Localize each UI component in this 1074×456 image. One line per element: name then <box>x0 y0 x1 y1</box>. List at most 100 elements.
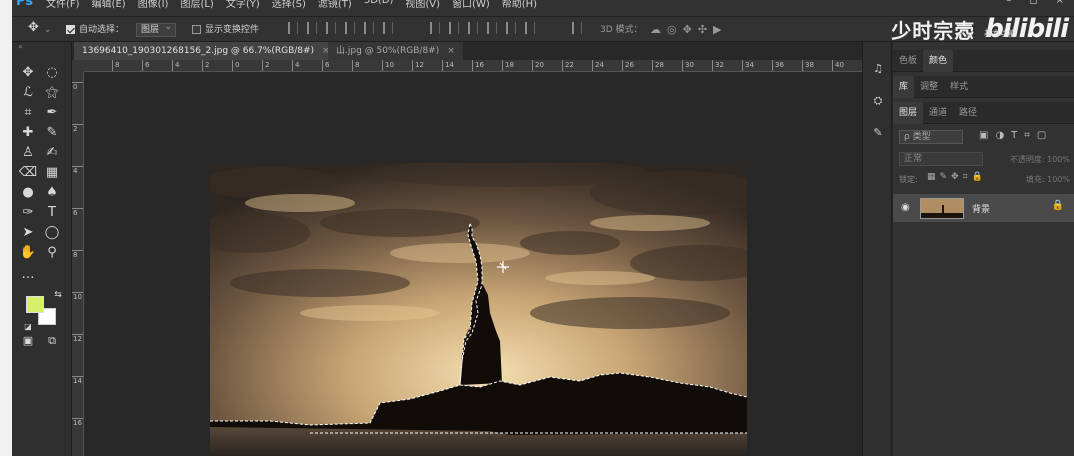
3d-mode-icons[interactable]: ☁◎✥✣▶ <box>650 22 728 38</box>
document-image[interactable] <box>210 163 747 456</box>
ruler-corner <box>72 60 84 72</box>
healing-brush-tool-icon[interactable]: ✚ <box>18 124 38 142</box>
menu-help[interactable]: 帮助(H) <box>502 0 537 10</box>
document-tabs: 13696410_190301268156_2.jpg @ 66.7%(RGB/… <box>72 42 862 60</box>
swap-colors-icon[interactable]: ⇆ <box>48 286 68 304</box>
dodge-tool-icon[interactable]: ♠ <box>42 184 62 202</box>
right-panels: 色板 颜色 库 调整 样式 图层 通道 路径 ρ 类型 ▣◑T⌗▢ 正常 不透明… <box>893 42 1074 456</box>
path-selection-tool-icon[interactable]: ➤ <box>18 224 38 242</box>
close-window-icon[interactable]: × <box>1056 0 1064 6</box>
distribute-right-icon[interactable] <box>525 22 535 34</box>
fill-label[interactable]: 填充: 100% <box>1026 174 1070 185</box>
tab-color[interactable]: 颜色 <box>923 50 954 72</box>
layer-filter-icons[interactable]: ▣◑T⌗▢ <box>979 130 1053 141</box>
ruler-tick-label: 4 <box>292 60 299 71</box>
opacity-label[interactable]: 不透明度: 100% <box>1010 154 1070 165</box>
show-transform-checkbox[interactable]: 显示变换控件 <box>192 22 259 38</box>
lasso-tool-icon[interactable]: ℒ <box>18 84 38 102</box>
tab-styles[interactable]: 样式 <box>944 76 974 98</box>
foreground-color-swatch[interactable] <box>26 296 44 313</box>
align-hcenter-icon[interactable] <box>364 22 374 34</box>
type-tool-icon[interactable]: T <box>42 204 62 222</box>
tab-document-1[interactable]: 13696410_190301268156_2.jpg @ 66.7%(RGB/… <box>74 42 338 60</box>
screen-mode-icon[interactable]: ⧉ <box>42 332 62 350</box>
stamp-tool-icon[interactable]: ♙ <box>18 144 38 162</box>
tab-channels[interactable]: 通道 <box>923 102 953 124</box>
menu-edit[interactable]: 编辑(E) <box>92 0 126 10</box>
align-vcenter-icon[interactable] <box>307 22 317 34</box>
restore-icon[interactable]: ◻ <box>1029 0 1037 6</box>
history-brush-tool-icon[interactable]: ✍ <box>42 144 62 162</box>
hand-tool-icon[interactable]: ✋ <box>18 244 38 262</box>
ellipse-tool-icon[interactable]: ◯ <box>42 224 62 242</box>
move-tool-icon[interactable]: ✥ <box>18 64 38 82</box>
distribute-bottom-icon[interactable] <box>468 22 478 34</box>
ruler-tick-label: 6 <box>322 60 329 71</box>
tab-paths[interactable]: 路径 <box>953 102 983 124</box>
menu-layer[interactable]: 图层(L) <box>180 0 213 10</box>
brush-tool-icon[interactable]: ✎ <box>42 124 62 142</box>
panel-collapse-icon[interactable]: « <box>18 42 23 51</box>
eye-icon[interactable]: ◉ <box>901 202 910 213</box>
move-tool-icon[interactable]: ✥ <box>28 20 39 36</box>
tab-adjustments[interactable]: 调整 <box>914 76 944 98</box>
menu-select[interactable]: 选择(S) <box>272 0 306 10</box>
minimize-icon[interactable]: – <box>1006 0 1011 6</box>
tab-libraries[interactable]: 库 <box>893 76 915 98</box>
lock-icons[interactable]: ▦✎✥⌗🔒 <box>927 172 987 182</box>
layer-filter-row: ρ 类型 ▣◑T⌗▢ <box>893 128 1074 146</box>
layer-filter-select[interactable]: ρ 类型 <box>899 130 963 144</box>
auto-select-target-select[interactable]: 图层 <box>136 21 177 38</box>
auto-select-checkbox[interactable]: 自动选择： <box>66 22 124 38</box>
menu-image[interactable]: 图像(I) <box>138 0 169 10</box>
align-right-icon[interactable] <box>383 22 393 34</box>
history-panel-icon[interactable]: ♫ <box>869 62 887 78</box>
tab-layers[interactable]: 图层 <box>893 102 924 124</box>
watermark-author: 少时宗悫 <box>891 18 976 43</box>
quick-mask-icon[interactable]: ▣ <box>18 332 38 350</box>
tab-swatches[interactable]: 色板 <box>893 50 923 72</box>
vertical-ruler[interactable]: 024681012141618 <box>72 60 84 456</box>
tool-preset-chevron-icon[interactable]: ⌄ <box>44 22 52 38</box>
menu-filter[interactable]: 滤镜(T) <box>318 0 352 10</box>
blend-mode-select[interactable]: 正常 <box>899 152 983 166</box>
align-left-icon[interactable] <box>345 22 355 34</box>
swatches-color-tabs: 色板 颜色 <box>893 50 1074 72</box>
properties-panel-icon[interactable]: ⛭ <box>869 94 887 110</box>
crop-tool-icon[interactable]: ⌗ <box>18 104 38 122</box>
layer-thumbnail <box>920 198 964 219</box>
zoom-tool-icon[interactable]: ⚲ <box>42 244 62 262</box>
distribute-top-icon[interactable] <box>430 22 440 34</box>
layer-row-background[interactable]: ◉ 背景 🔒 <box>893 194 1074 222</box>
menu-window[interactable]: 窗口(W) <box>452 0 490 10</box>
ruler-tick-label: 20 <box>532 60 544 71</box>
menu-3d[interactable]: 3D(D) <box>364 0 394 10</box>
magic-wand-tool-icon[interactable]: ⚝ <box>42 84 62 102</box>
gradient-tool-icon[interactable]: ▦ <box>42 164 62 182</box>
auto-align-icon[interactable] <box>572 22 582 34</box>
align-top-icon[interactable] <box>288 22 298 34</box>
ruler-tick-label: 10 <box>382 60 394 71</box>
eyedropper-tool-icon[interactable]: ✒ <box>42 104 62 122</box>
more-tools-icon[interactable]: … <box>18 266 38 284</box>
character-panel-icon[interactable]: ✎ <box>869 126 887 142</box>
menu-file[interactable]: 文件(F) <box>46 0 80 10</box>
horizontal-ruler[interactable]: 8 6 4 2 0 2 4 6 8 10 12 14 16 18 20 22 24 26 28 30 32 34 36 38 4… <box>84 60 862 72</box>
blur-tool-icon[interactable]: ● <box>18 184 38 202</box>
distribute-hcenter-icon[interactable] <box>506 22 516 34</box>
distribute-vcenter-icon[interactable] <box>449 22 459 34</box>
ruler-tick-label: 2 <box>202 60 209 71</box>
marquee-tool-icon[interactable]: ◌ <box>42 64 62 82</box>
watermark: 少时宗悫 bilibili 基本功能 <box>891 12 1069 46</box>
ruler-tick-label: 6 <box>142 60 149 71</box>
pen-tool-icon[interactable]: ✑ <box>18 204 38 222</box>
distribute-left-icon[interactable] <box>487 22 497 34</box>
ruler-tick-label: 8 <box>352 60 359 71</box>
eraser-tool-icon[interactable]: ⌫ <box>18 164 38 182</box>
align-bottom-icon[interactable] <box>326 22 336 34</box>
menu-view[interactable]: 视图(V) <box>405 0 440 10</box>
tab-document-2[interactable]: 山.jpg @ 50%(RGB/8#) × <box>328 42 463 60</box>
close-tab-icon[interactable]: × <box>447 46 455 56</box>
canvas-area[interactable] <box>84 72 862 456</box>
menu-type[interactable]: 文字(Y) <box>226 0 260 10</box>
